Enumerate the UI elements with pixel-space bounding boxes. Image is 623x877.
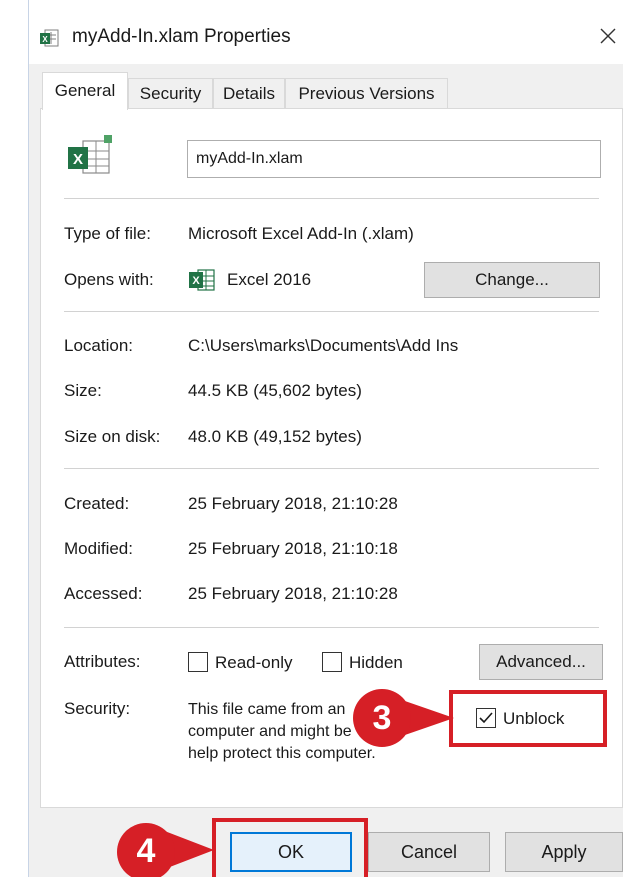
size-value: 44.5 KB (45,602 bytes) (188, 381, 362, 400)
hidden-checkbox[interactable] (322, 652, 342, 672)
excel-app-icon: X (189, 269, 215, 291)
separator (64, 627, 599, 628)
type-of-file-value: Microsoft Excel Add-In (.xlam) (188, 224, 414, 243)
size-on-disk-value: 48.0 KB (49,152 bytes) (188, 427, 362, 446)
hidden-label[interactable]: Hidden (349, 653, 403, 673)
security-label: Security: (64, 699, 131, 718)
advanced-button[interactable]: Advanced... (479, 644, 603, 680)
modified-label: Modified: (64, 539, 133, 558)
attributes-label: Attributes: (64, 652, 141, 671)
size-on-disk-label: Size on disk: (64, 427, 161, 446)
separator (64, 311, 599, 312)
close-button[interactable] (592, 20, 623, 52)
separator (64, 468, 599, 469)
change-button[interactable]: Change... (424, 262, 600, 298)
svg-text:X: X (42, 35, 48, 44)
cancel-button[interactable]: Cancel (368, 832, 490, 872)
callout-number: 4 (136, 832, 156, 870)
type-of-file-label: Type of file: (64, 224, 151, 243)
excel-file-icon: X (68, 135, 112, 174)
filename-field[interactable] (187, 140, 601, 178)
tab-security[interactable]: Security (128, 78, 213, 108)
tab-previous-versions[interactable]: Previous Versions (285, 78, 448, 108)
location-label: Location: (64, 336, 133, 355)
created-value: 25 February 2018, 21:10:28 (188, 494, 398, 513)
size-label: Size: (64, 381, 102, 400)
apply-button[interactable]: Apply (505, 832, 623, 872)
accessed-value: 25 February 2018, 21:10:28 (188, 584, 398, 603)
separator (64, 198, 599, 199)
ok-highlight-box (212, 818, 368, 877)
tab-general[interactable]: General (42, 72, 128, 110)
callout-number: 3 (372, 699, 392, 737)
svg-text:X: X (73, 151, 83, 168)
svg-text:X: X (192, 275, 200, 287)
read-only-label[interactable]: Read-only (215, 653, 293, 673)
opens-with-label: Opens with: (64, 270, 154, 289)
accessed-label: Accessed: (64, 584, 143, 603)
tab-details[interactable]: Details (213, 78, 285, 108)
read-only-checkbox[interactable] (188, 652, 208, 672)
excel-file-icon: X (40, 29, 59, 47)
unblock-highlight-box (449, 690, 607, 747)
location-value: C:\Users\marks\Documents\Add Ins (188, 336, 459, 355)
window-title: myAdd-In.xlam Properties (72, 26, 291, 47)
opens-with-value: Excel 2016 (227, 270, 312, 289)
created-label: Created: (64, 494, 130, 513)
properties-dialog: X myAdd-In.xlam Properties General Secur… (0, 0, 623, 877)
close-icon (600, 28, 615, 44)
modified-value: 25 February 2018, 21:10:18 (188, 539, 398, 558)
